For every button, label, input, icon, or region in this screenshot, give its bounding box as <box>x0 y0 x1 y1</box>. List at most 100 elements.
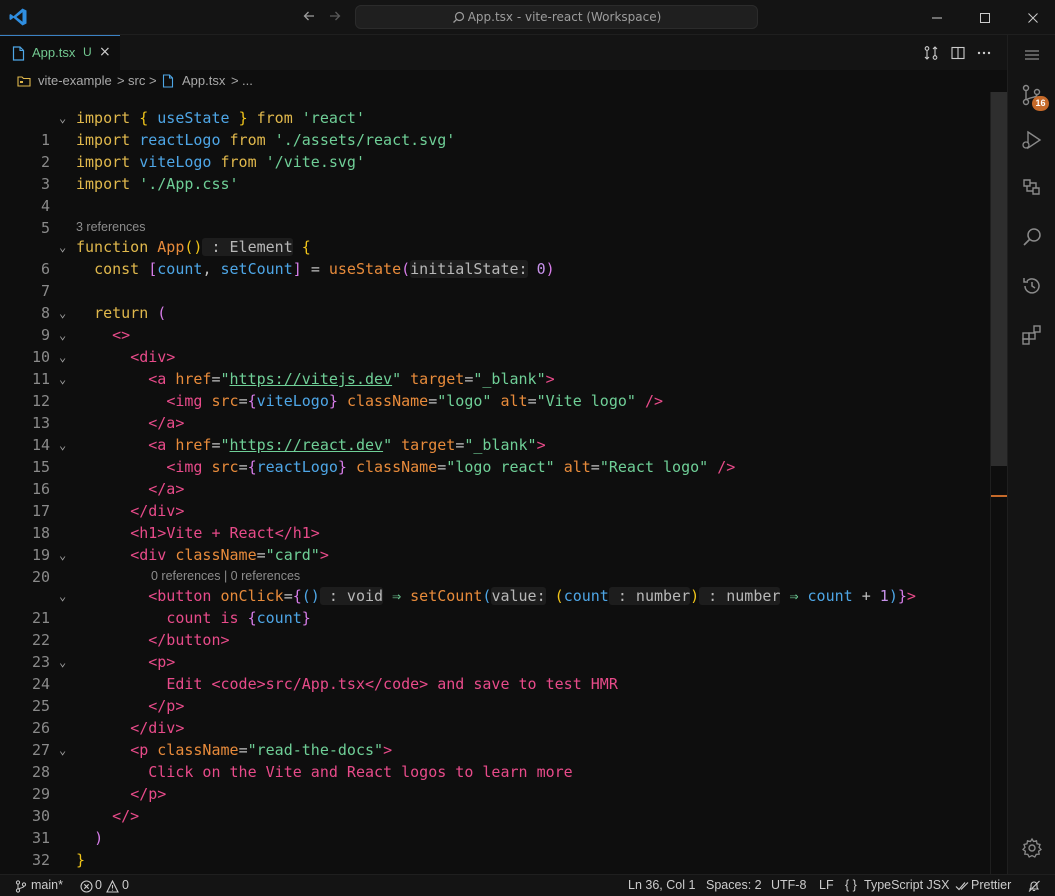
menu-icon[interactable] <box>1008 35 1055 75</box>
fold-chevron-icon[interactable]: ⌄ <box>59 324 66 346</box>
minimize-button[interactable] <box>914 0 960 35</box>
fold-chevron-icon[interactable]: ⌄ <box>59 368 66 390</box>
error-count[interactable]: 0 <box>95 878 102 892</box>
code-line[interactable]: 23 </button> <box>0 629 990 671</box>
code-line[interactable]: 27 </div> <box>0 717 990 759</box>
warning-count[interactable]: 0 <box>122 878 129 892</box>
encoding-status[interactable]: UTF-8 <box>771 878 806 892</box>
code-line[interactable]: 18 </div> <box>0 500 990 542</box>
command-center-search[interactable]: App.tsx - vite-react (Workspace) <box>355 5 758 29</box>
fold-chevron-icon[interactable]: ⌄ <box>59 346 66 368</box>
code-line[interactable]: 32 ) <box>0 827 990 869</box>
maximize-button[interactable] <box>962 0 1008 35</box>
run-debug-icon[interactable] <box>1008 120 1055 160</box>
scrollbar-change-marker <box>991 495 1007 497</box>
fold-chevron-icon[interactable]: ⌄ <box>59 544 66 566</box>
code-line[interactable]: 5 <box>0 195 990 237</box>
search-icon[interactable] <box>1008 217 1055 257</box>
tab-close-icon[interactable]: × <box>99 44 111 60</box>
fold-chevron-icon[interactable]: ⌄ <box>59 236 66 258</box>
go-forward-icon[interactable] <box>324 8 346 27</box>
code-line[interactable]: 31 </> <box>0 805 990 847</box>
code-line[interactable]: 9 ⌄ return ( <box>0 302 990 344</box>
fold-chevron-icon[interactable]: ⌄ <box>59 302 66 324</box>
code-line[interactable]: 15 ⌄ <a href="https://react.dev" target=… <box>0 434 990 476</box>
breadcrumb-item[interactable]: vite-example <box>38 73 112 88</box>
code-line[interactable]: 17 </a> <box>0 478 990 520</box>
code-line[interactable]: 20 ⌄ <div className="card"> <box>0 544 990 586</box>
code-line[interactable]: 22 count is {count} <box>0 607 990 649</box>
breadcrumb: vite-example > src > App.tsx > ... <box>0 70 1007 92</box>
language-mode[interactable]: TypeScript JSX <box>864 878 949 892</box>
tab-app-tsx[interactable]: App.tsx U × <box>0 35 120 70</box>
code-line[interactable]: 21 ⌄ <button onClick={() : void ⇒ setCou… <box>0 585 990 627</box>
code-line[interactable]: 6 ⌄ function App() : Element { <box>0 236 990 278</box>
code-line[interactable]: 28 ⌄ <p className="read-the-docs"> <box>0 739 990 781</box>
go-back-icon[interactable] <box>298 8 320 27</box>
split-editor-icon[interactable] <box>949 44 967 62</box>
code-line[interactable]: 13 <img src={viteLogo} className="logo" … <box>0 390 990 432</box>
source-control-icon[interactable] <box>1008 75 1055 115</box>
prettier-status[interactable]: Prettier <box>971 878 1011 892</box>
code-line[interactable]: 26 </p> <box>0 695 990 737</box>
close-window-button[interactable] <box>1010 0 1055 35</box>
breadcrumb-item[interactable]: ... <box>242 73 253 88</box>
fold-chevron-icon[interactable]: ⌄ <box>59 434 66 456</box>
code-line[interactable]: 1 ⌄ import { useState } from 'react' <box>0 107 990 149</box>
code-line[interactable]: 7 const [count, setCount] = useState(ini… <box>0 258 990 300</box>
line-text: ) <box>94 829 104 847</box>
breadcrumb-item[interactable]: App.tsx <box>182 73 225 88</box>
line-text: import { useState } from 'react' <box>76 109 365 127</box>
code-line[interactable]: 11 ⌄ <div> <box>0 346 990 388</box>
code-line[interactable]: 24 ⌄ <p> <box>0 651 990 693</box>
codelens-references[interactable]: 3 references <box>76 218 145 236</box>
eol-status[interactable]: LF <box>819 878 834 892</box>
indentation-status[interactable]: Spaces: 2 <box>706 878 762 892</box>
settings-gear-icon[interactable] <box>1008 828 1055 868</box>
breadcrumb-item[interactable]: src <box>128 73 145 88</box>
editor-tab-bar: App.tsx U × <box>0 35 1007 70</box>
code-line[interactable]: 10 ⌄ <> <box>0 324 990 366</box>
line-text: <a href="https://react.dev" target="_bla… <box>148 436 546 454</box>
code-line[interactable]: 33 } <box>0 849 990 874</box>
vscode-logo-icon <box>9 8 27 26</box>
cursor-position[interactable]: Ln 36, Col 1 <box>628 878 695 892</box>
line-text: import './App.css' <box>76 175 239 193</box>
fold-chevron-icon[interactable]: ⌄ <box>59 651 66 673</box>
fold-chevron-icon[interactable]: ⌄ <box>59 739 66 761</box>
extensions-icon[interactable] <box>1008 315 1055 355</box>
code-line[interactable]: 3 import viteLogo from '/vite.svg' <box>0 151 990 193</box>
more-actions-icon[interactable] <box>975 44 993 62</box>
code-line[interactable]: 2 import reactLogo from './assets/react.… <box>0 129 990 171</box>
code-line[interactable]: 8 <box>0 280 990 322</box>
code-line[interactable]: 29 Click on the Vite and React logos to … <box>0 761 990 803</box>
remote-explorer-icon[interactable] <box>1008 167 1055 207</box>
code-line[interactable]: 30 </p> <box>0 783 990 825</box>
git-branch-status[interactable]: main* <box>31 878 63 892</box>
code-line[interactable]: 19 <h1>Vite + React</h1> <box>0 522 990 564</box>
breadcrumb-separator: > <box>117 73 125 88</box>
notifications-bell-slash-icon[interactable] <box>1027 879 1041 893</box>
search-icon <box>452 11 464 23</box>
code-line[interactable]: 14 </a> <box>0 412 990 454</box>
line-text: <a href="https://vitejs.dev" target="_bl… <box>148 370 555 388</box>
line-text: import viteLogo from '/vite.svg' <box>76 153 365 171</box>
line-text: </div> <box>130 719 185 737</box>
editor-scrollbar-thumb[interactable] <box>991 92 1007 466</box>
timeline-icon[interactable] <box>1008 266 1055 306</box>
double-check-icon <box>955 882 969 891</box>
status-bar: main* 0 0 Ln 36, Col 1 Spaces: 2 UTF-8 L… <box>0 874 1055 896</box>
code-line[interactable]: 16 <img src={reactLogo} className="logo … <box>0 456 990 498</box>
line-text: <p className="read-the-docs"> <box>130 741 393 759</box>
code-line[interactable]: 4 import './App.css' <box>0 173 990 215</box>
code-line[interactable]: 12 ⌄ <a href="https://vitejs.dev" target… <box>0 368 990 410</box>
line-text: <p> <box>148 653 176 671</box>
line-text: <img src={viteLogo} className="logo" alt… <box>166 392 664 410</box>
fold-chevron-icon[interactable]: ⌄ <box>59 585 66 607</box>
codelens-references[interactable]: 0 references | 0 references <box>151 567 300 585</box>
fold-chevron-icon[interactable]: ⌄ <box>59 107 66 129</box>
folder-icon <box>17 76 31 87</box>
code-editor[interactable]: 1 ⌄ import { useState } from 'react' 2 i… <box>0 92 1007 874</box>
code-line[interactable]: 25 Edit <code>src/App.tsx</code> and sav… <box>0 673 990 715</box>
open-changes-icon[interactable] <box>922 44 940 62</box>
